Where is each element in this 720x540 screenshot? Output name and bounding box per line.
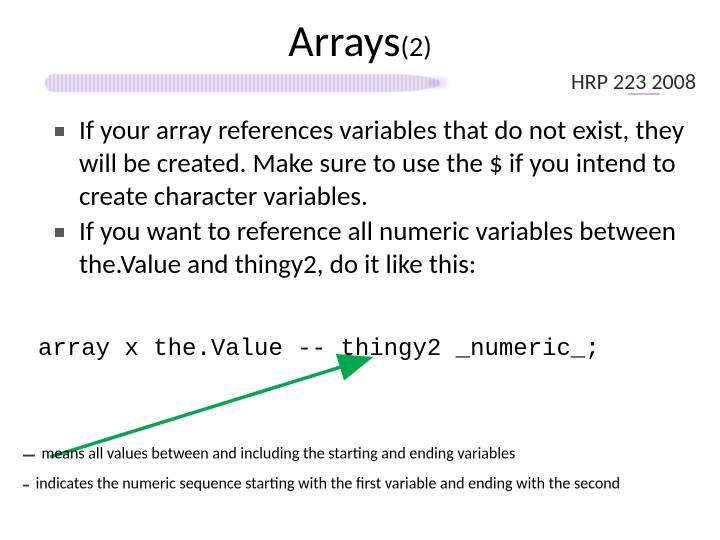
slide: Arrays(2) HRP 223 2008 If your array ref… (0, 0, 720, 540)
title-main: Arrays (288, 14, 400, 68)
bullet-item: If your array references variables that … (55, 115, 690, 214)
title-subscript: (2) (401, 29, 432, 64)
bullet-list: If your array references variables that … (55, 115, 690, 284)
slide-title: Arrays(2) (288, 14, 431, 68)
brush-stroke-decoration (45, 74, 440, 92)
single-dash-text: indicates the numeric sequence starting … (36, 475, 620, 494)
slide-title-wrap: Arrays(2) (0, 14, 720, 68)
note-single-dash: - indicates the numeric sequence startin… (22, 468, 700, 500)
double-dash-symbol: -- (22, 438, 34, 470)
course-tag-underline (628, 93, 660, 95)
code-line: array x the.Value -- thingy2 _numeric_; (38, 336, 700, 363)
double-dash-text: means all values between and including t… (42, 445, 516, 464)
course-tag: HRP 223 2008 (571, 68, 696, 95)
note-double-dash: -- means all values between and includin… (22, 438, 700, 470)
single-dash-symbol: - (22, 468, 28, 500)
bullet-item: If you want to reference all numeric var… (55, 216, 690, 282)
